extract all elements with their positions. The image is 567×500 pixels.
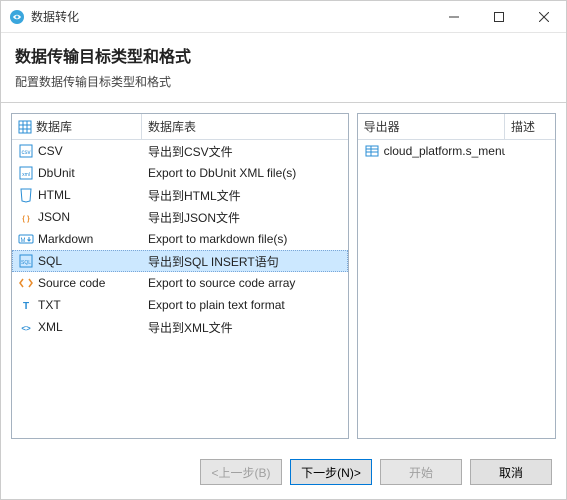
svg-text:csv: csv (22, 150, 31, 156)
exporter-col-name[interactable]: 导出器 (358, 114, 505, 139)
page-subtitle: 配置数据传输目标类型和格式 (15, 73, 552, 90)
txt-icon: T (18, 297, 34, 313)
format-row[interactable]: HTML 导出到HTML文件 (12, 184, 348, 206)
cancel-button[interactable]: 取消 (470, 459, 552, 485)
format-row[interactable]: T TXT Export to plain text format (12, 294, 348, 316)
format-desc: Export to source code array (148, 276, 295, 290)
format-name: HTML (38, 188, 71, 202)
format-desc: 导出到HTML文件 (148, 187, 241, 204)
app-icon (9, 9, 25, 25)
format-desc: Export to DbUnit XML file(s) (148, 166, 296, 180)
format-row[interactable]: M Markdown Export to markdown file(s) (12, 228, 348, 250)
html-icon (18, 187, 34, 203)
markdown-icon: M (18, 231, 34, 247)
format-row[interactable]: xml DbUnit Export to DbUnit XML file(s) (12, 162, 348, 184)
back-button[interactable]: <上一步(B) (200, 459, 282, 485)
format-desc: 导出到XML文件 (148, 319, 233, 336)
format-name: SQL (38, 254, 62, 268)
json-icon: { } (18, 209, 34, 225)
minimize-button[interactable] (431, 1, 476, 32)
exporter-row[interactable]: cloud_platform.s_menu (358, 140, 555, 162)
content-area: 数据库 数据库表 csv CSV 导出到CSV文件 xml DbUnit Exp… (1, 103, 566, 449)
format-list-rows: csv CSV 导出到CSV文件 xml DbUnit Export to Db… (12, 140, 348, 438)
format-list-header: 数据库 数据库表 (12, 114, 348, 140)
exporter-rows: cloud_platform.s_menu (358, 140, 555, 438)
dbunit-icon: xml (18, 165, 34, 181)
format-desc: 导出到CSV文件 (148, 143, 233, 160)
window-controls (431, 1, 566, 32)
format-col-table[interactable]: 数据库表 (142, 114, 348, 139)
format-desc: Export to markdown file(s) (148, 232, 287, 246)
format-desc: Export to plain text format (148, 298, 285, 312)
exporter-col-name-label: 导出器 (364, 118, 400, 135)
close-button[interactable] (521, 1, 566, 32)
exporter-col-desc[interactable]: 描述 (505, 114, 555, 139)
format-desc: 导出到SQL INSERT语句 (148, 253, 279, 270)
title-bar: 数据转化 (1, 1, 566, 33)
next-button[interactable]: 下一步(N)> (290, 459, 372, 485)
xml-icon: <> (18, 319, 34, 335)
exporter-name: cloud_platform.s_menu (384, 144, 505, 158)
format-name: CSV (38, 144, 63, 158)
format-name: JSON (38, 210, 70, 224)
format-row[interactable]: SQL SQL 导出到SQL INSERT语句 (12, 250, 348, 272)
svg-text:{ }: { } (22, 216, 30, 223)
exporter-col-desc-label: 描述 (511, 118, 535, 135)
start-button[interactable]: 开始 (380, 459, 462, 485)
table-icon (364, 143, 380, 159)
wizard-header: 数据传输目标类型和格式 配置数据传输目标类型和格式 (1, 33, 566, 103)
format-row[interactable]: csv CSV 导出到CSV文件 (12, 140, 348, 162)
exporter-header: 导出器 描述 (358, 114, 555, 140)
format-name: Source code (38, 276, 105, 290)
sql-icon: SQL (18, 253, 34, 269)
format-col-database[interactable]: 数据库 (12, 114, 142, 139)
csv-icon: csv (18, 143, 34, 159)
format-col-table-label: 数据库表 (148, 118, 196, 135)
svg-text:<>: <> (21, 324, 31, 333)
window-title: 数据转化 (31, 8, 431, 25)
format-col-database-label: 数据库 (36, 118, 72, 135)
svg-text:SQL: SQL (21, 260, 31, 266)
format-name: DbUnit (38, 166, 75, 180)
svg-text:xml: xml (22, 172, 30, 178)
format-name: Markdown (38, 232, 93, 246)
code-icon (18, 275, 34, 291)
format-list-panel: 数据库 数据库表 csv CSV 导出到CSV文件 xml DbUnit Exp… (11, 113, 349, 439)
format-name: XML (38, 320, 63, 334)
svg-text:M: M (21, 238, 26, 244)
svg-text:T: T (23, 301, 29, 312)
page-heading: 数据传输目标类型和格式 (15, 43, 552, 67)
format-row[interactable]: <> XML 导出到XML文件 (12, 316, 348, 338)
maximize-button[interactable] (476, 1, 521, 32)
format-desc: 导出到JSON文件 (148, 209, 240, 226)
grid-icon (18, 120, 32, 134)
format-name: TXT (38, 298, 61, 312)
exporter-panel: 导出器 描述 cloud_platform.s_menu (357, 113, 556, 439)
format-row[interactable]: Source code Export to source code array (12, 272, 348, 294)
wizard-footer: <上一步(B) 下一步(N)> 开始 取消 (1, 449, 566, 499)
format-row[interactable]: { } JSON 导出到JSON文件 (12, 206, 348, 228)
